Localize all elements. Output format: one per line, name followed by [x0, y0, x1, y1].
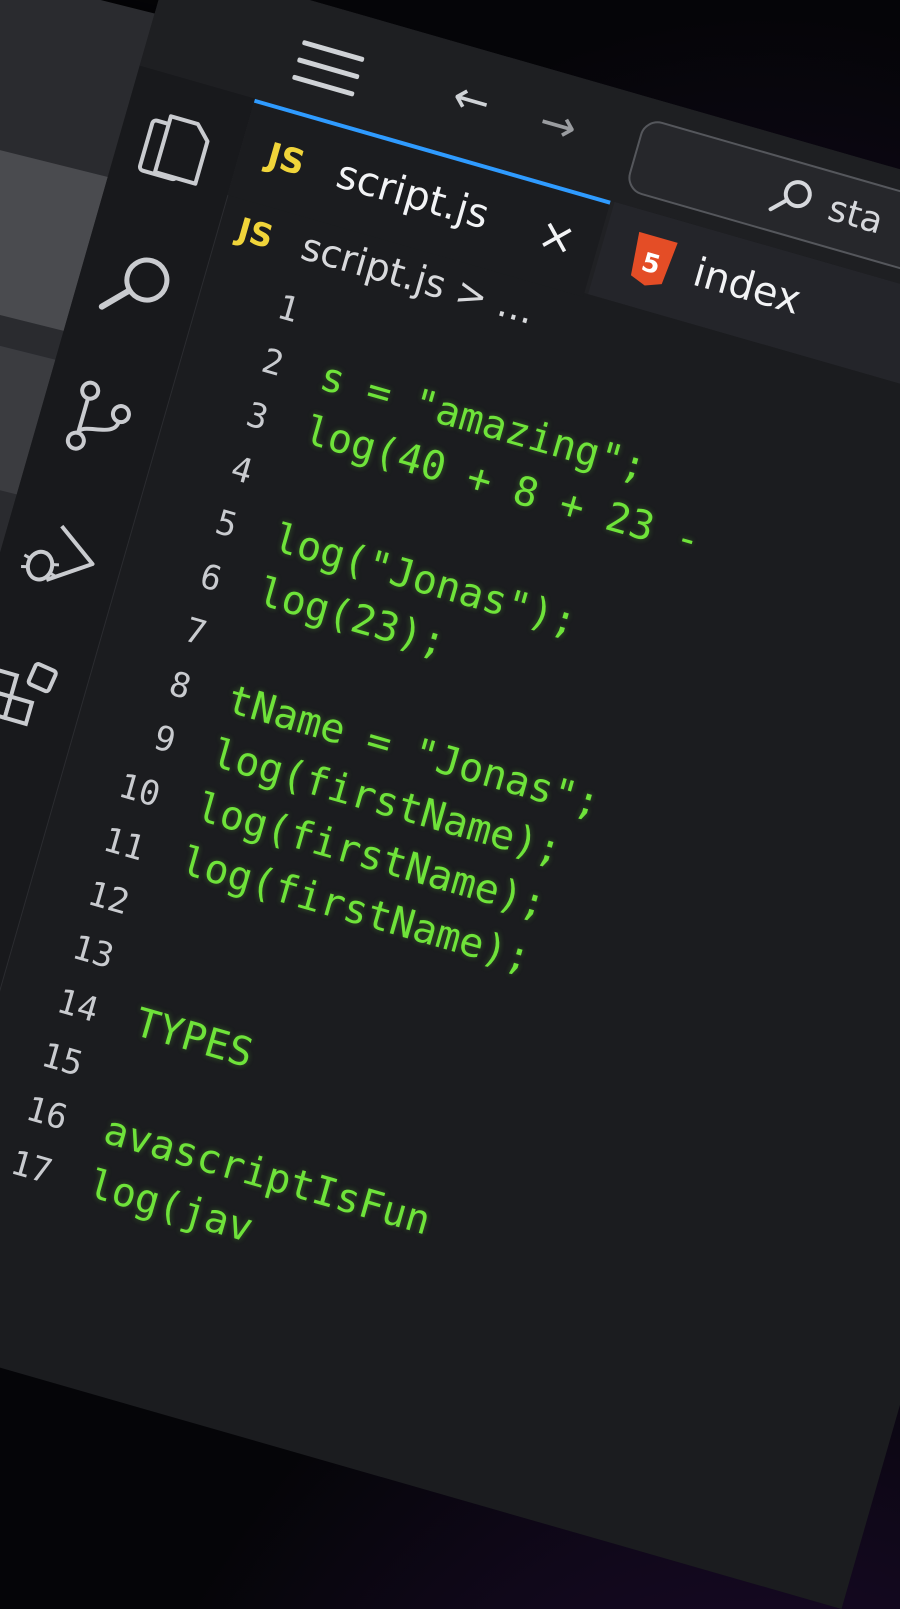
line-number: 6	[195, 556, 227, 601]
editor-window: ← → sta JS script.js × 5 index JS script…	[0, 0, 900, 1609]
line-number: 15	[36, 1035, 88, 1085]
breadcrumb[interactable]: JS script.js > ...	[230, 200, 539, 333]
js-file-icon: JS	[233, 210, 278, 257]
line-number: 2	[257, 340, 289, 385]
close-tab-icon[interactable]: ×	[532, 207, 582, 266]
hamburger-menu-icon[interactable]	[291, 39, 365, 100]
html5-icon: 5	[630, 231, 678, 286]
line-number: 1	[272, 287, 304, 332]
tab-label: script.js	[331, 151, 495, 239]
line-number: 5	[211, 502, 242, 547]
extensions-icon[interactable]	[0, 638, 75, 742]
search-icon[interactable]	[87, 234, 191, 338]
line-number: 8	[164, 663, 196, 708]
line-number: 10	[114, 765, 165, 816]
line-number: 11	[98, 819, 150, 870]
line-number: 7	[180, 610, 211, 655]
line-number: 14	[52, 981, 103, 1031]
line-number: 16	[21, 1088, 72, 1139]
js-file-icon: JS	[262, 135, 310, 185]
line-number: 3	[241, 394, 273, 439]
line-number: 12	[83, 873, 134, 924]
tab-label: index	[688, 249, 806, 324]
search-box-text: sta	[823, 188, 888, 243]
files-icon[interactable]	[126, 100, 230, 204]
search-icon	[764, 170, 822, 231]
back-arrow-icon[interactable]: ←	[447, 70, 497, 129]
line-number: 13	[67, 927, 119, 978]
source-control-icon[interactable]	[48, 369, 152, 473]
forward-arrow-icon[interactable]: →	[533, 95, 583, 154]
editor-body: ← → sta JS script.js × 5 index JS script…	[0, 0, 900, 1609]
line-number: 4	[226, 448, 258, 493]
line-number: 17	[6, 1142, 57, 1193]
line-number: 9	[149, 717, 180, 762]
run-debug-icon[interactable]	[10, 503, 114, 607]
